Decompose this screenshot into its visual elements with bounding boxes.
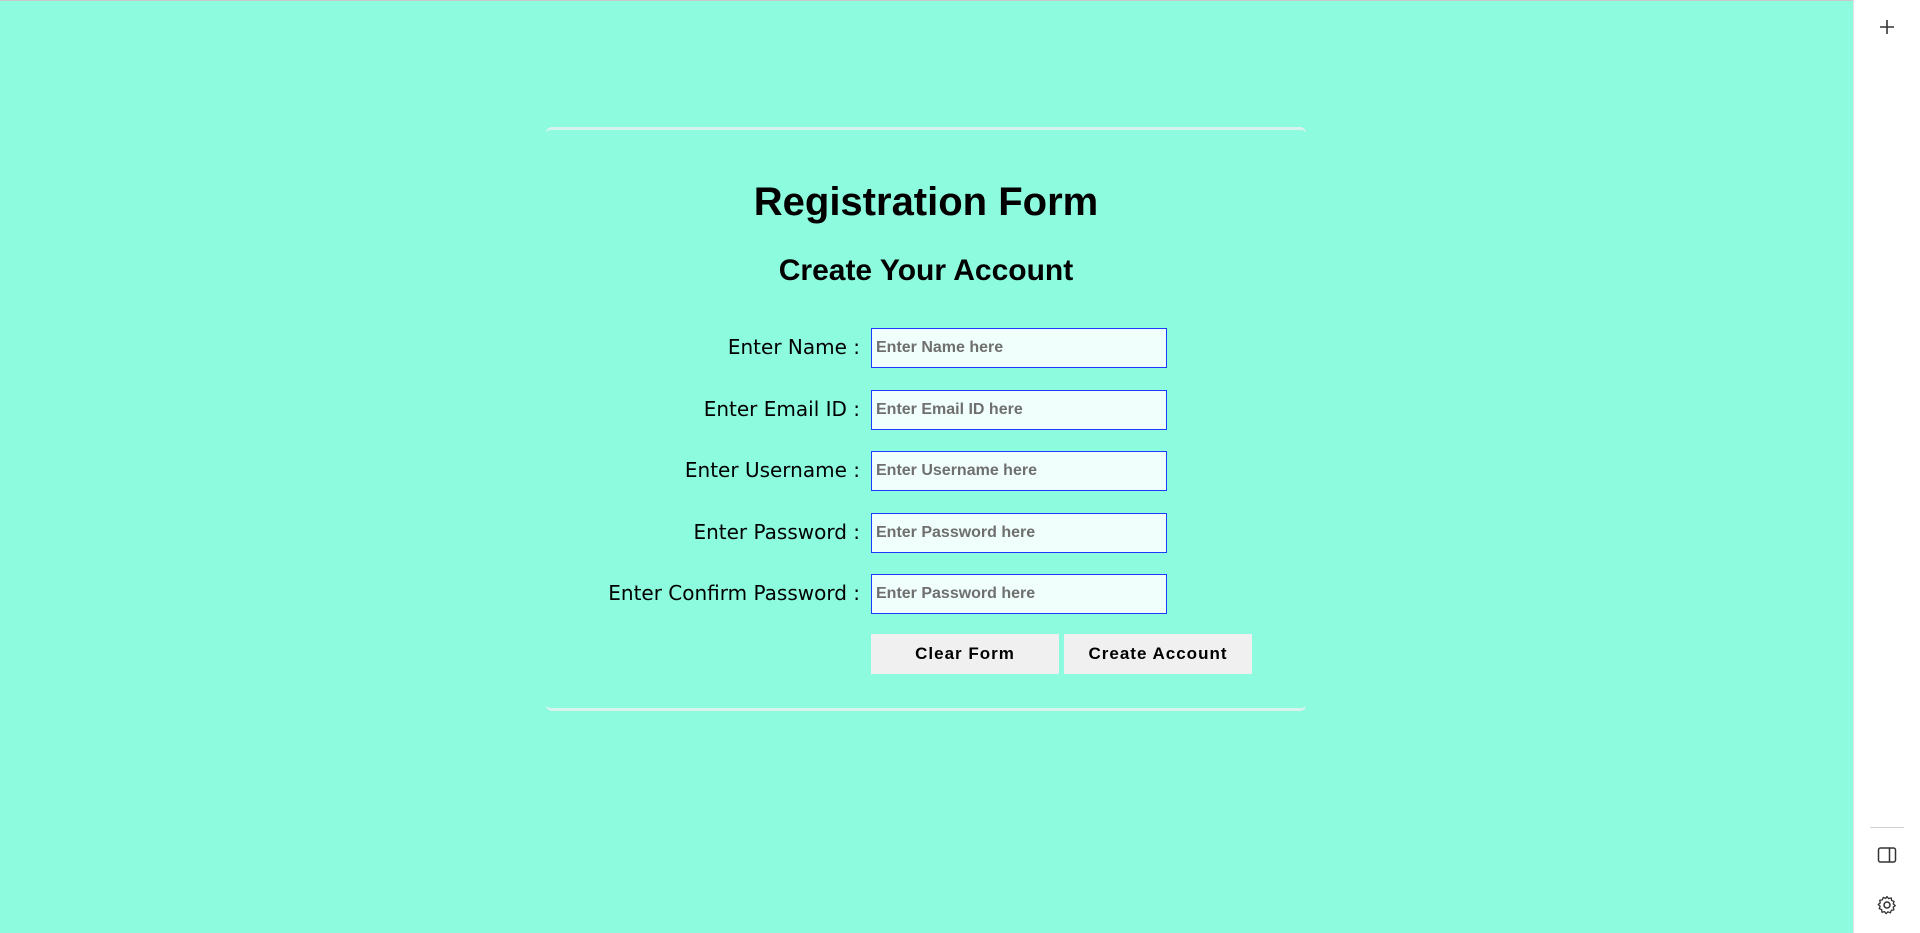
form-subtitle: Create Your Account xyxy=(778,254,1074,287)
confirm-password-row: Enter Confirm Password : xyxy=(546,574,1306,614)
username-row: Enter Username : xyxy=(546,451,1306,491)
username-input[interactable] xyxy=(871,451,1167,491)
name-input[interactable] xyxy=(871,328,1167,368)
name-row: Enter Name : xyxy=(546,328,1306,368)
username-label: Enter Username : xyxy=(684,458,860,482)
plus-icon[interactable] xyxy=(1872,12,1902,42)
page-viewport: Registration Form Create Your Account En… xyxy=(0,0,1853,933)
gear-icon[interactable] xyxy=(1872,890,1902,920)
password-label: Enter Password : xyxy=(693,520,860,544)
email-label: Enter Email ID : xyxy=(703,397,860,421)
email-row: Enter Email ID : xyxy=(546,390,1306,430)
name-label: Enter Name : xyxy=(727,335,860,359)
registration-form: Registration Form Create Your Account En… xyxy=(546,127,1306,711)
password-input[interactable] xyxy=(871,513,1167,553)
side-panel-divider xyxy=(1870,827,1904,828)
sidebar-toggle-icon[interactable] xyxy=(1872,840,1902,870)
password-row: Enter Password : xyxy=(546,513,1306,553)
confirm-password-label: Enter Confirm Password : xyxy=(608,581,860,605)
clear-form-button[interactable]: Clear Form xyxy=(871,634,1059,674)
confirm-password-input[interactable] xyxy=(871,574,1167,614)
email-input[interactable] xyxy=(871,390,1167,430)
create-account-button[interactable]: Create Account xyxy=(1064,634,1252,674)
form-title: Registration Form xyxy=(753,180,1099,224)
browser-side-panel xyxy=(1853,0,1920,933)
